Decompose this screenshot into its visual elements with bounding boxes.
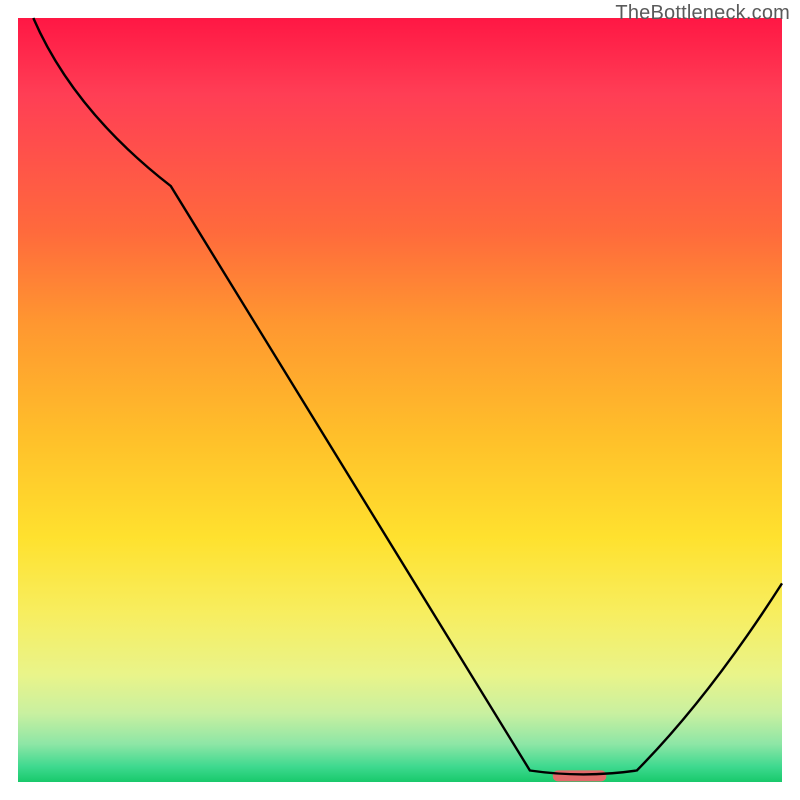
chart-container: TheBottleneck.com (0, 0, 800, 800)
bottleneck-curve (33, 18, 782, 774)
optimum-marker (553, 770, 607, 781)
chart-overlay-svg (0, 0, 800, 800)
watermark-text: TheBottleneck.com (615, 2, 790, 25)
